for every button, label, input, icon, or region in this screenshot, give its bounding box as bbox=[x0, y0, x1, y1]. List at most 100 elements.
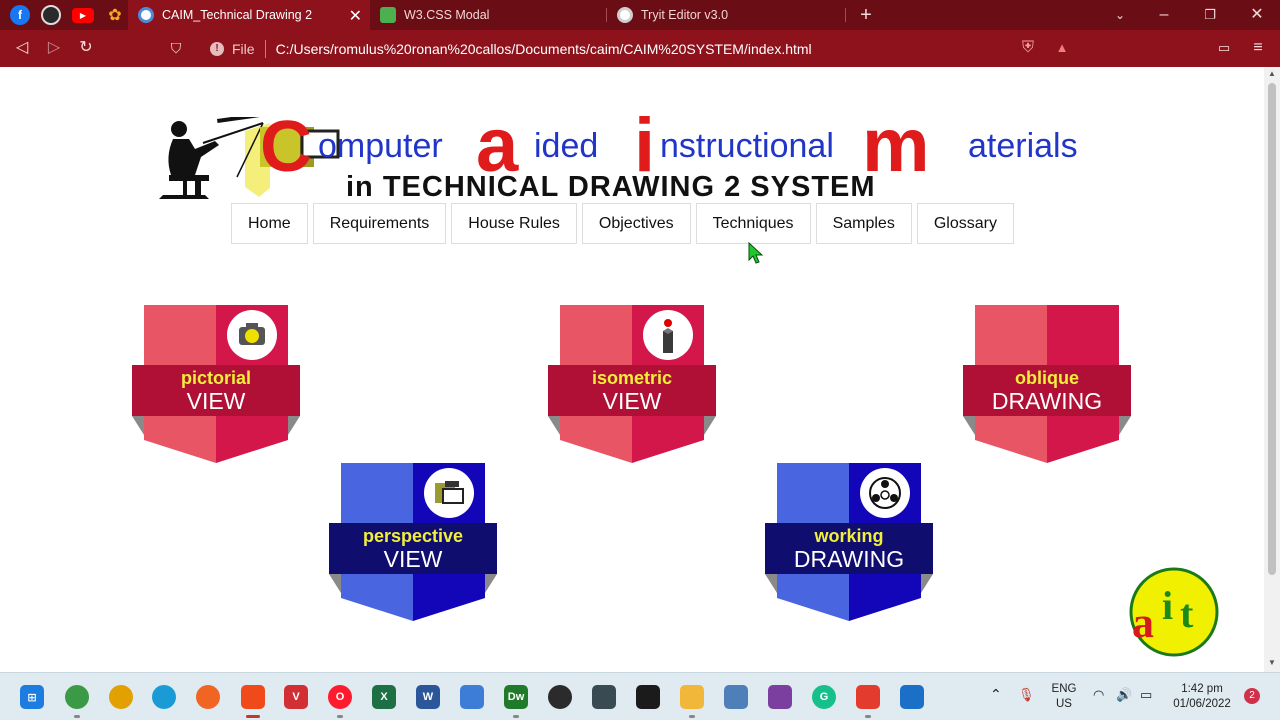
ait-logo-icon[interactable]: a i t bbox=[1128, 567, 1220, 657]
tab-title: Tryit Editor v3.0 bbox=[641, 8, 729, 22]
new-tab-button[interactable]: + bbox=[854, 4, 878, 26]
perspective-icon bbox=[424, 468, 474, 518]
badge-title: oblique bbox=[1015, 368, 1079, 388]
team-icon bbox=[860, 468, 910, 518]
restore-button[interactable]: ❐ bbox=[1198, 4, 1222, 26]
nav-glossary[interactable]: Glossary bbox=[916, 203, 1014, 244]
badge-pictorial[interactable]: pictorialVIEW bbox=[132, 305, 300, 465]
running-indicator bbox=[246, 715, 260, 718]
info-icon[interactable]: ! bbox=[210, 41, 224, 56]
notepad-icon[interactable] bbox=[460, 685, 484, 709]
badge-isometric[interactable]: isometricVIEW bbox=[548, 305, 716, 465]
chevron-down-icon[interactable]: ⌄ bbox=[1108, 4, 1132, 26]
running-indicator bbox=[865, 715, 871, 718]
windows-start-icon[interactable]: ⊞ bbox=[20, 685, 44, 709]
clock[interactable]: 1:42 pm 01/06/2022 bbox=[1166, 682, 1238, 712]
clock-date: 01/06/2022 bbox=[1173, 698, 1231, 710]
region-code: US bbox=[1056, 698, 1072, 710]
obs-icon[interactable] bbox=[548, 685, 572, 709]
microphone-icon[interactable]: 🎙 bbox=[1018, 687, 1035, 702]
browser-tab-bar: f ▶ ✿ CAIM_Technical Drawing 2 ✕ W3.CSS … bbox=[0, 0, 1280, 30]
word-icon[interactable]: W bbox=[416, 685, 440, 709]
main-nav: Home Requirements House Rules Objectives… bbox=[231, 203, 1019, 244]
battery-icon[interactable]: ▭ bbox=[1140, 687, 1152, 702]
nav-samples[interactable]: Samples bbox=[815, 203, 912, 244]
running-indicator bbox=[74, 715, 80, 718]
close-window-button[interactable]: ✕ bbox=[1245, 4, 1269, 26]
nav-requirements[interactable]: Requirements bbox=[312, 203, 447, 244]
scroll-down-arrow-icon[interactable]: ▼ bbox=[1268, 658, 1276, 667]
isometric-block-icon bbox=[643, 310, 693, 360]
media-player-icon[interactable] bbox=[900, 685, 924, 709]
wifi-icon[interactable]: ◠ bbox=[1093, 687, 1104, 702]
nav-techniques[interactable]: Techniques bbox=[695, 203, 811, 244]
winrar-icon[interactable] bbox=[768, 685, 792, 709]
chevron-up-icon[interactable]: ⌃ bbox=[990, 687, 1002, 702]
maps-icon[interactable] bbox=[856, 685, 880, 709]
forward-arrow-icon[interactable]: ▷ bbox=[44, 38, 64, 58]
brave-icon[interactable] bbox=[241, 685, 265, 709]
running-indicator bbox=[689, 715, 695, 718]
nav-house-rules[interactable]: House Rules bbox=[451, 203, 577, 244]
excel-icon[interactable]: X bbox=[372, 685, 396, 709]
clock-time: 1:42 pm bbox=[1181, 683, 1223, 695]
badge-oblique[interactable]: obliqueDRAWING bbox=[963, 305, 1131, 465]
logo-cap-c: C bbox=[260, 113, 312, 175]
globe-icon bbox=[617, 7, 633, 23]
mouse-cursor-icon bbox=[748, 242, 764, 264]
file-explorer-icon[interactable] bbox=[680, 685, 704, 709]
logo-word-nstructional: nstructional bbox=[660, 127, 834, 165]
logo-word-ided: ided bbox=[534, 127, 598, 165]
tab-caim[interactable]: CAIM_Technical Drawing 2 ✕ bbox=[128, 0, 370, 30]
youtube-icon[interactable]: ▶ bbox=[72, 8, 94, 23]
firefox-icon[interactable] bbox=[196, 685, 220, 709]
tab-tryit-editor[interactable]: Tryit Editor v3.0 bbox=[607, 0, 845, 30]
badge-subtitle: DRAWING bbox=[794, 546, 904, 572]
task-manager-icon[interactable] bbox=[724, 685, 748, 709]
wallet-icon[interactable]: ▭ bbox=[1214, 38, 1234, 58]
nav-home[interactable]: Home bbox=[231, 203, 308, 244]
vivaldi-icon[interactable]: V bbox=[284, 685, 308, 709]
site-logo-title: C omputer a ided i nstructional m ateria… bbox=[260, 113, 1078, 175]
minimize-button[interactable]: – bbox=[1152, 4, 1176, 26]
notification-badge[interactable]: 2 bbox=[1244, 688, 1260, 704]
address-bar[interactable]: ! File C:/Users/romulus%20ronan%20callos… bbox=[198, 34, 1078, 63]
close-icon[interactable]: ✕ bbox=[349, 6, 362, 26]
camera-icon bbox=[227, 310, 277, 360]
browser-toolbar: ◁ ▷ ↻ ⛉ ! File C:/Users/romulus%20ronan%… bbox=[0, 30, 1280, 67]
tab-w3css-modal[interactable]: W3.CSS Modal bbox=[370, 0, 606, 30]
chrome-icon[interactable] bbox=[65, 685, 89, 709]
logo-cap-m: m bbox=[862, 113, 930, 175]
binance-icon[interactable] bbox=[636, 685, 660, 709]
globe-icon[interactable] bbox=[41, 5, 61, 25]
language-indicator[interactable]: ENG US bbox=[1048, 682, 1080, 712]
bookmark-icon[interactable]: ⛉ bbox=[166, 38, 186, 58]
menu-icon[interactable]: ≡ bbox=[1248, 38, 1268, 58]
edge-icon[interactable] bbox=[152, 685, 176, 709]
brave-rewards-icon[interactable]: ▲ bbox=[1052, 38, 1072, 58]
address-url[interactable]: C:/Users/romulus%20ronan%20callos/Docume… bbox=[276, 41, 812, 57]
scrollbar-thumb[interactable] bbox=[1268, 83, 1276, 575]
badge-title: perspective bbox=[363, 526, 463, 546]
facebook-icon[interactable]: f bbox=[10, 5, 30, 25]
page-scrollbar[interactable]: ▲ ▼ bbox=[1264, 67, 1280, 672]
dreamweaver-icon[interactable]: Dw bbox=[504, 685, 528, 709]
badge-working[interactable]: workingDRAWING bbox=[765, 463, 933, 623]
nav-objectives[interactable]: Objectives bbox=[581, 203, 691, 244]
tab-title: CAIM_Technical Drawing 2 bbox=[162, 8, 313, 22]
brave-shields-icon[interactable]: ⛨ bbox=[1018, 38, 1038, 58]
sublime-icon[interactable] bbox=[592, 685, 616, 709]
chrome-canary-icon[interactable] bbox=[109, 685, 133, 709]
reload-icon[interactable]: ↻ bbox=[76, 38, 96, 58]
logo-word-aterials: aterials bbox=[968, 127, 1078, 165]
brave-icon[interactable]: ✿ bbox=[105, 5, 125, 25]
scroll-up-arrow-icon[interactable]: ▲ bbox=[1268, 69, 1276, 78]
badge-perspective[interactable]: perspectiveVIEW bbox=[329, 463, 497, 623]
volume-icon[interactable]: 🔊 bbox=[1116, 687, 1132, 702]
running-indicator bbox=[513, 715, 519, 718]
w3schools-icon bbox=[380, 7, 396, 23]
opera-icon[interactable]: O bbox=[328, 685, 352, 709]
back-arrow-icon[interactable]: ◁ bbox=[12, 38, 32, 58]
grammarly-icon[interactable]: G bbox=[812, 685, 836, 709]
badge-title: working bbox=[813, 526, 883, 546]
